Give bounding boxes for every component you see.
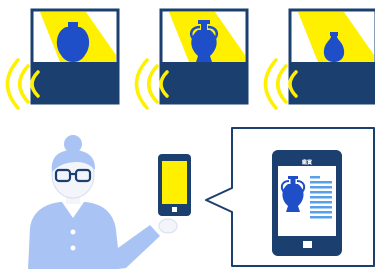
home-button-icon <box>172 207 177 212</box>
handheld-phone <box>158 154 191 216</box>
pedestal <box>291 62 375 102</box>
vase-panel-1 <box>5 8 120 110</box>
phone-screen <box>162 161 187 204</box>
shirt-button <box>70 229 76 235</box>
description-text-lines <box>310 176 332 219</box>
museum-guide-illustration: 鑑賞 <box>5 8 375 269</box>
screen-header-label: 鑑賞 <box>302 159 313 166</box>
pedestal <box>33 62 117 102</box>
shirt-button <box>70 245 76 251</box>
visitor-person <box>28 135 178 269</box>
guide-phone: 鑑賞 <box>272 150 342 256</box>
hand <box>158 218 178 234</box>
pedestal <box>162 62 246 102</box>
shirt <box>28 202 160 269</box>
vase-panel-3 <box>263 8 375 110</box>
home-button-icon <box>303 241 312 248</box>
vase-panel-2 <box>134 8 249 110</box>
